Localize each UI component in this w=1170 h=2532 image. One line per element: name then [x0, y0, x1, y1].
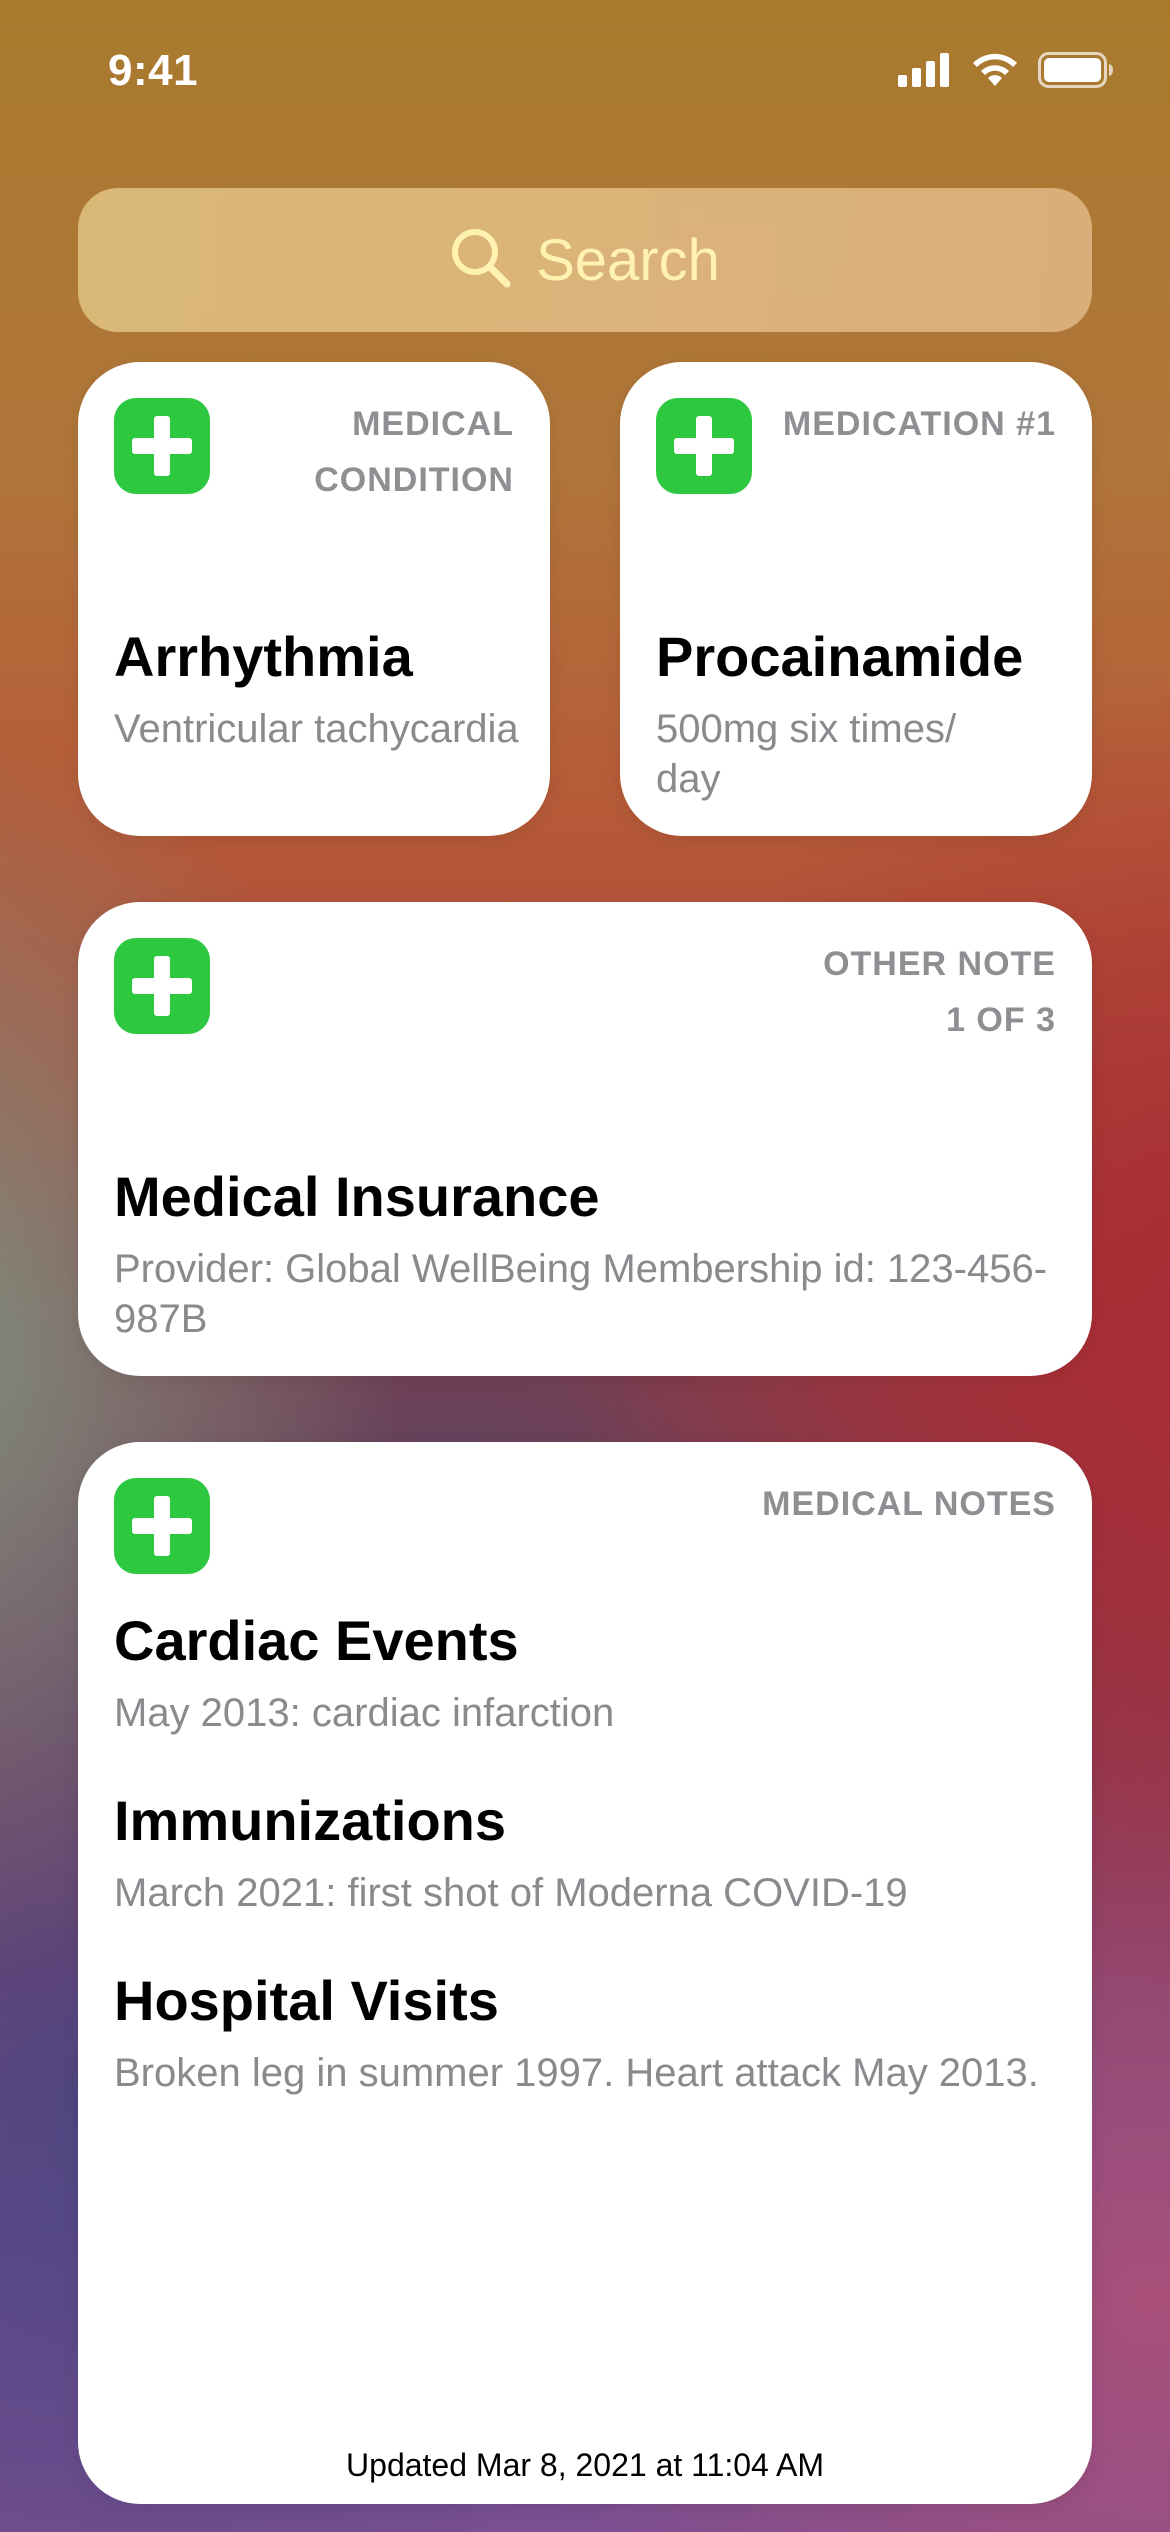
medical-id-icon: [114, 398, 210, 494]
note-section-text: May 2013: cardiac infarction: [114, 1691, 615, 1735]
battery-icon: [1038, 52, 1114, 88]
note-section-title: Immunizations: [114, 1789, 507, 1852]
other-note-widget[interactable]: OTHER NOTE 1 OF 3 Medical Insurance Prov…: [78, 902, 1092, 1376]
search-bar[interactable]: Search: [78, 188, 1092, 332]
status-bar: 9:41: [0, 0, 1170, 150]
widget-subtitle: Ventricular tachycardia: [114, 707, 519, 751]
status-icons: [898, 52, 1114, 88]
wifi-icon: [970, 52, 1020, 88]
widget-subtitle: Provider: Global WellBeing Membership id…: [114, 1247, 1048, 1341]
widget-tag: MEDICAL CONDITION: [314, 405, 514, 499]
medical-id-icon: [656, 398, 752, 494]
widget-tag-line: OTHER NOTE: [823, 945, 1056, 983]
widget-title: Arrhythmia: [114, 625, 413, 688]
status-time: 9:41: [108, 46, 199, 95]
note-section-title: Cardiac Events: [114, 1609, 519, 1672]
widget-subtitle: 500mg six times/ day: [656, 707, 957, 801]
search-label: Search: [536, 227, 720, 293]
widget-tag: MEDICAL NOTES: [762, 1485, 1056, 1523]
cellular-signal-icon: [898, 53, 952, 87]
medication-widget[interactable]: MEDICATION #1 Procainamide 500mg six tim…: [620, 362, 1092, 836]
widget-title: Procainamide: [656, 625, 1024, 688]
note-section-text: Broken leg in summer 1997. Heart attack …: [114, 2051, 1039, 2095]
medical-id-icon: [114, 1478, 210, 1574]
updated-timestamp: Updated Mar 8, 2021 at 11:04 AM: [346, 2447, 824, 2483]
medical-notes-widget[interactable]: MEDICAL NOTES Cardiac Events May 2013: c…: [78, 1442, 1092, 2504]
note-section-title: Hospital Visits: [114, 1969, 499, 2032]
medical-condition-widget[interactable]: MEDICAL CONDITION Arrhythmia Ventricular…: [78, 362, 550, 836]
medical-id-icon: [114, 938, 210, 1034]
note-section-text: March 2021: first shot of Moderna COVID-…: [114, 1871, 908, 1915]
widget-tag-page: 1 OF 3: [946, 1001, 1056, 1039]
search-icon: [450, 227, 512, 294]
widget-tag: OTHER NOTE 1 OF 3: [823, 936, 1056, 1048]
widget-title: Medical Insurance: [114, 1165, 600, 1228]
widget-tag: MEDICATION #1: [782, 405, 1056, 443]
